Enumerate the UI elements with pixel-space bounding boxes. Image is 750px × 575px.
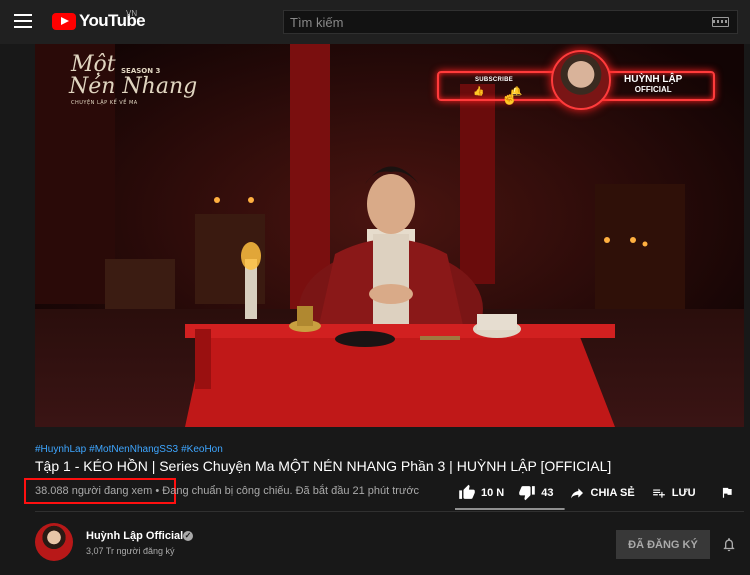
like-button[interactable]: 10 N	[458, 484, 504, 501]
verified-icon: ✓	[183, 531, 193, 541]
thumb-down-icon	[519, 486, 536, 501]
stats-separator: •	[152, 485, 163, 497]
report-button[interactable]	[720, 485, 734, 500]
youtube-logo-icon	[52, 12, 76, 30]
divider	[35, 511, 744, 512]
overlay-avatar	[551, 50, 611, 110]
keyboard-icon[interactable]	[712, 17, 729, 27]
search-input[interactable]	[284, 11, 684, 33]
dislike-count: 43	[541, 486, 554, 499]
overlay-channel-line1: HUỲNH LẬP	[624, 74, 683, 85]
series-subtitle: CHUYỆN LẬP KỂ VỀ MA	[71, 100, 138, 106]
top-bar: YouTube VN	[0, 0, 750, 44]
channel-name[interactable]: Huỳnh Lập Official	[86, 530, 183, 542]
overlay-channel-name: HUỲNH LẬP OFFICIAL	[624, 74, 683, 94]
save-button[interactable]: LƯU	[651, 486, 696, 500]
video-title: Tập 1 - KÉO HỒN | Series Chuyện Ma MỘT N…	[35, 458, 612, 474]
series-logo: Một Nén Nhang SEASON 3 CHUYỆN LẬP KỂ VỀ …	[69, 54, 198, 106]
like-count: 10 N	[481, 486, 505, 499]
subscribed-button[interactable]: ĐÃ ĐĂNG KÝ	[616, 530, 710, 559]
hashtag-link[interactable]: #HuynhLap	[35, 444, 86, 455]
share-label: CHIA SẺ	[590, 486, 635, 499]
share-button[interactable]: CHIA SẺ	[568, 485, 635, 501]
thumb-up-icon	[459, 484, 475, 499]
season-label: SEASON 3	[121, 67, 161, 75]
menu-icon[interactable]	[14, 14, 32, 28]
channel-avatar[interactable]	[35, 523, 73, 561]
overlay-bell-icon: 🔔	[511, 86, 523, 96]
subscribe-overlay: SUBSCRIBE 👍 ☝ 🔔 HUỲNH LẬP OFFICIAL	[437, 50, 715, 110]
hashtag-link[interactable]: #MotNenNhangSS3	[89, 444, 178, 455]
premiere-status: Đang chuẩn bị công chiếu. Đã bắt đầu 21 …	[162, 485, 420, 497]
viewer-count: 38.088 người đang xem	[35, 485, 153, 497]
country-code: VN	[126, 9, 138, 18]
overlay-thumb-up-icon: 👍	[473, 86, 485, 96]
overlay-subscribe-label: SUBSCRIBE	[475, 77, 514, 83]
save-label: LƯU	[671, 486, 696, 499]
flag-icon	[722, 487, 732, 498]
video-stats: 38.088 người đang xem • Đang chuẩn bị cô…	[35, 485, 419, 497]
like-dislike-ratio-bar	[455, 508, 565, 510]
search-box	[283, 10, 738, 34]
series-title-line2: Nén Nhang	[69, 74, 198, 99]
share-icon	[570, 487, 583, 498]
bell-icon[interactable]	[721, 536, 737, 558]
subscriber-count: 3,07 Tr người đăng ký	[86, 546, 175, 556]
like-ratio-fill	[455, 508, 564, 510]
video-actions: 10 N 43 CHIA SẺ LƯU	[458, 484, 734, 501]
dislike-button[interactable]: 43	[518, 484, 554, 501]
hashtag-link[interactable]: #KeoHon	[181, 444, 223, 455]
video-player[interactable]: Một Nén Nhang SEASON 3 CHUYỆN LẬP KỂ VỀ …	[35, 44, 744, 427]
hashtags: #HuynhLap #MotNenNhangSS3 #KeoHon	[35, 444, 226, 455]
overlay-channel-line2: OFFICIAL	[634, 84, 672, 94]
playlist-add-icon	[652, 489, 665, 498]
